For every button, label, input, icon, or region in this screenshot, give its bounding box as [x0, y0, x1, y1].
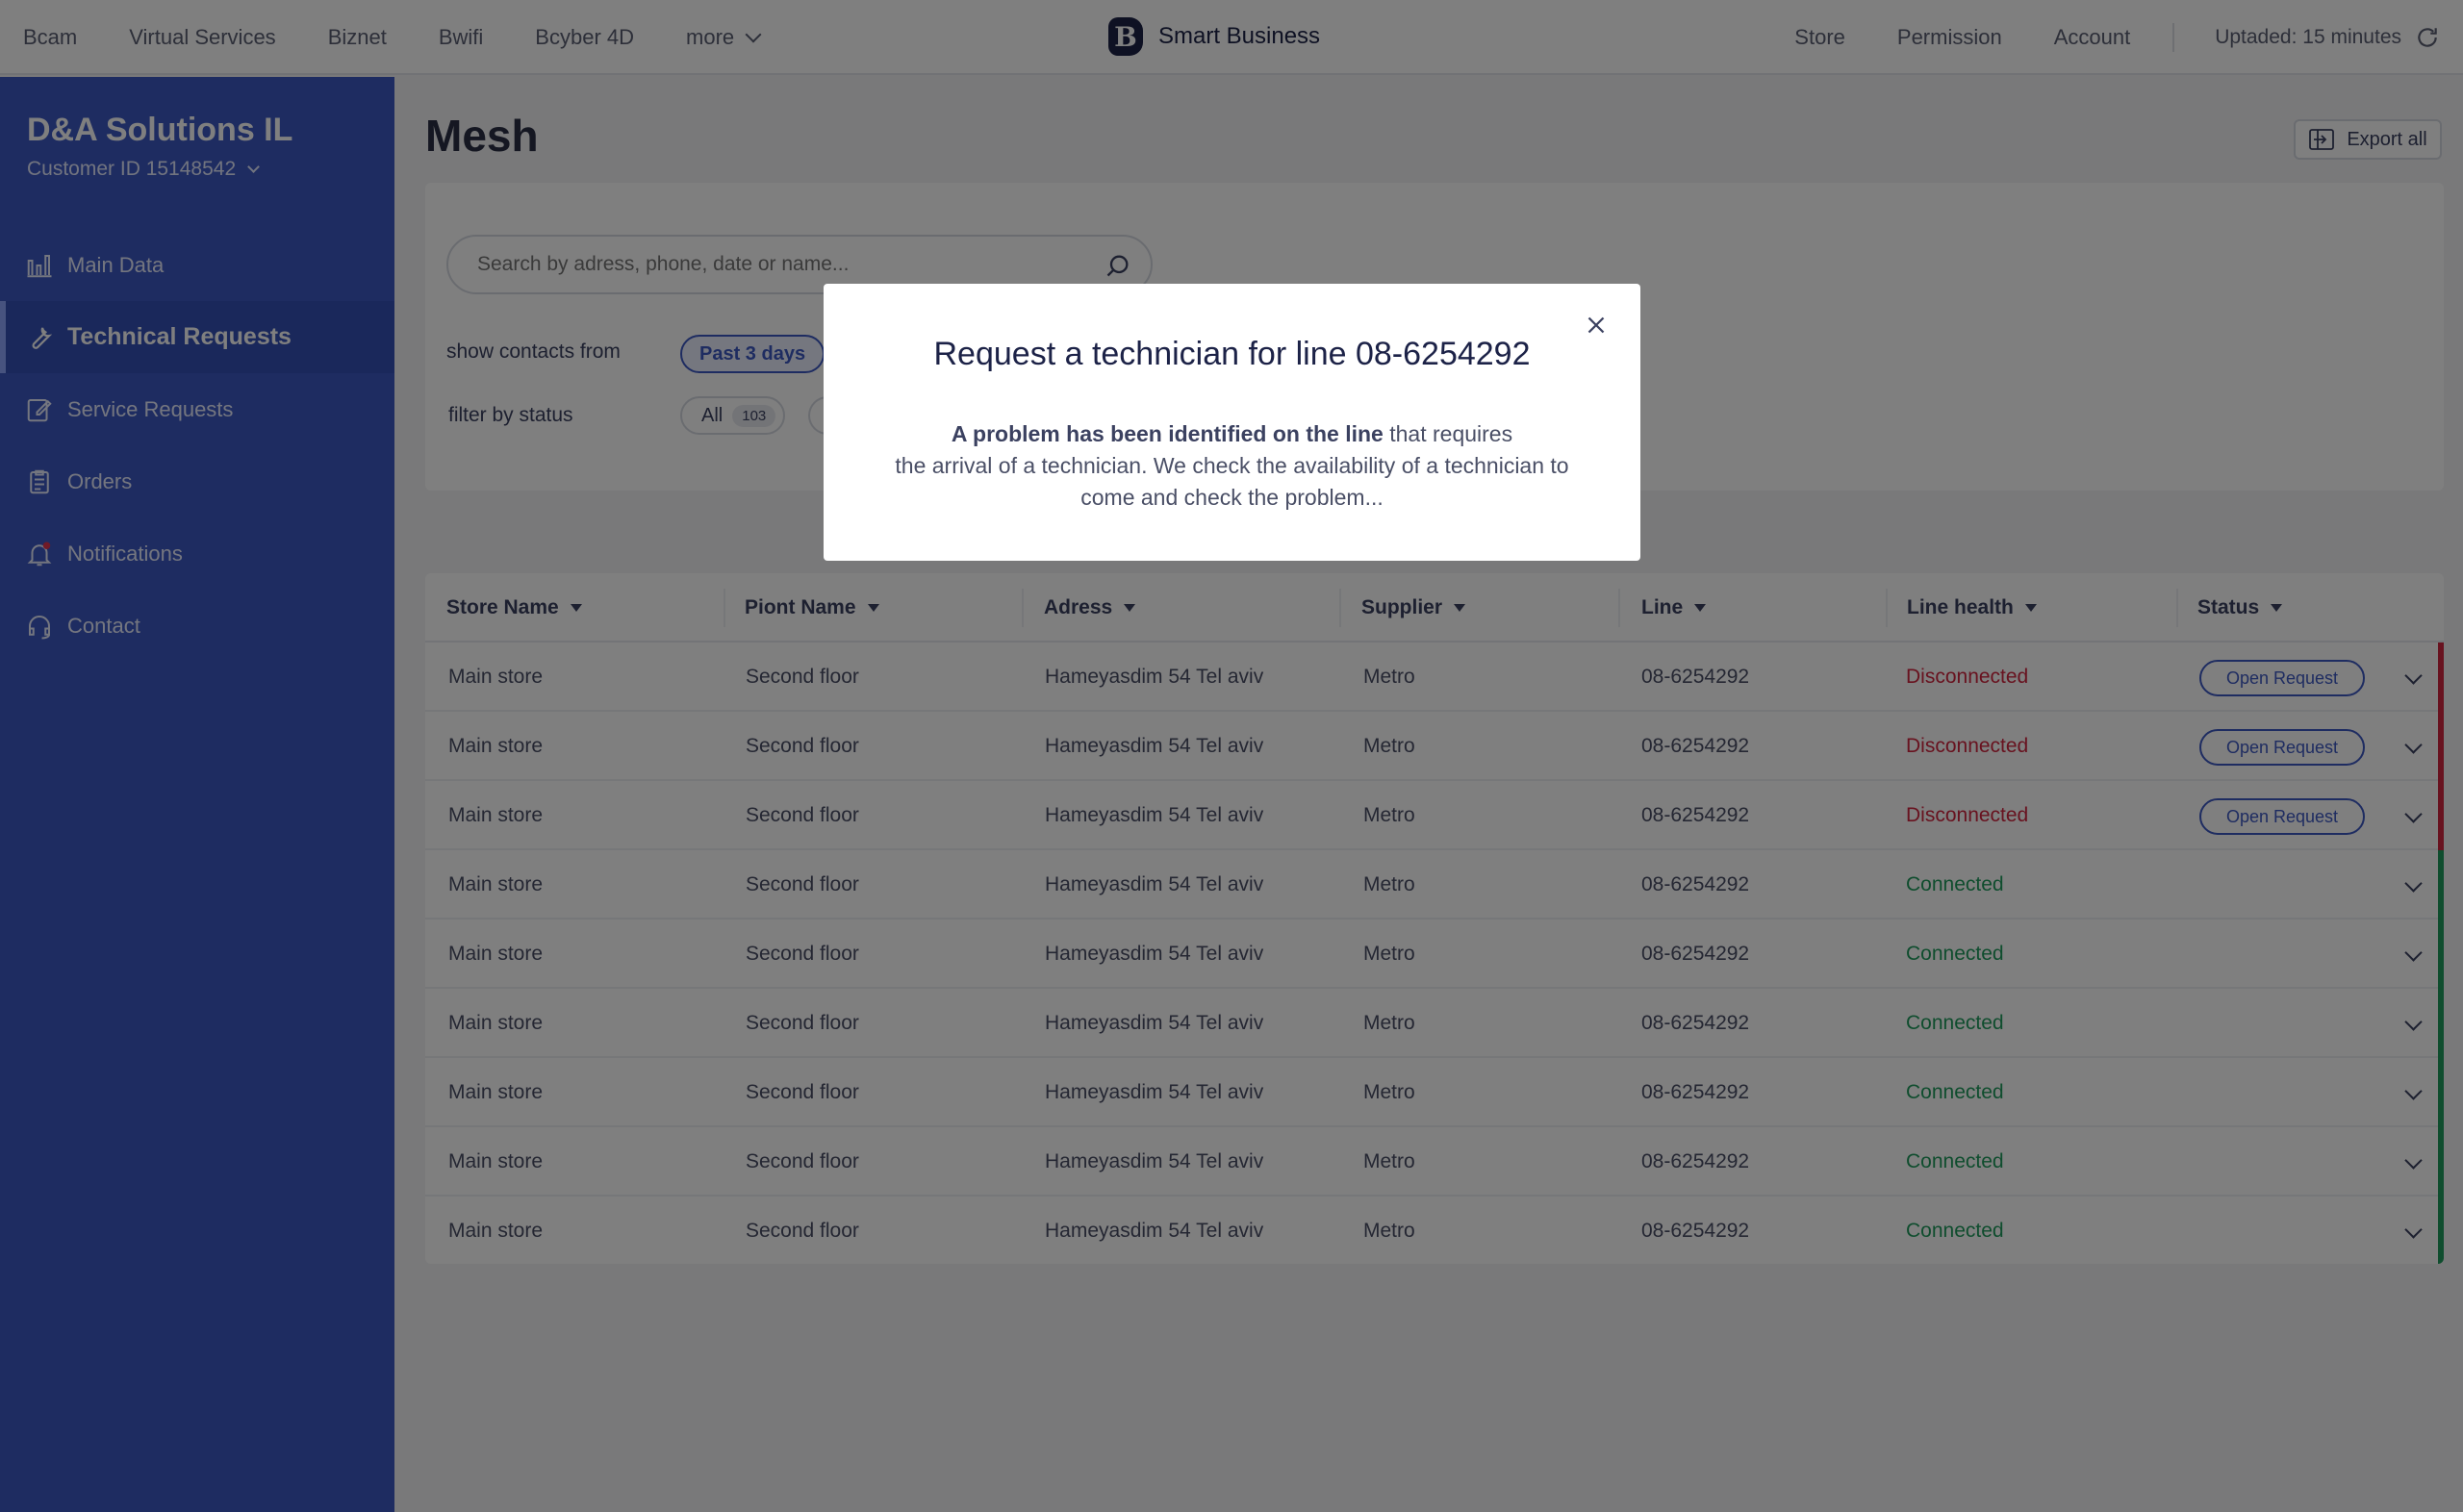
modal-body-line1: that requires	[1383, 421, 1513, 446]
request-technician-modal: Request a technician for line 08-6254292…	[824, 284, 1640, 561]
modal-overlay[interactable]	[0, 0, 2463, 1512]
modal-body: A problem has been identified on the lin…	[872, 418, 1592, 514]
modal-body-bold: A problem has been identified on the lin…	[951, 421, 1384, 446]
modal-body-line3: come and check the problem...	[1080, 485, 1384, 510]
modal-title: Request a technician for line 08-6254292	[933, 336, 1531, 372]
modal-body-line2: the arrival of a technician. We check th…	[895, 453, 1569, 478]
